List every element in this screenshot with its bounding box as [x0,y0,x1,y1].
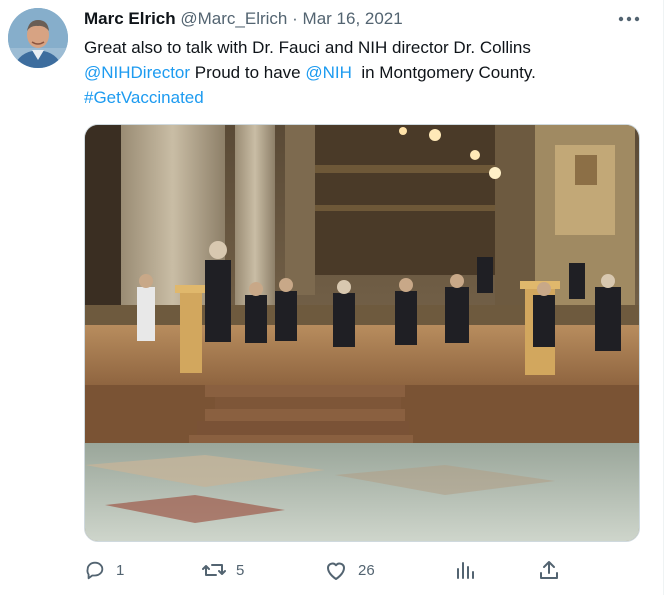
column-divider [663,0,664,595]
more-icon [618,16,640,22]
tweet-text-line-3: #GetVaccinated [84,85,644,110]
retweet-count: 5 [236,561,245,579]
mention-nihdirector[interactable]: @NIHDirector [84,63,190,82]
like-count: 26 [358,561,375,579]
tweet-text-line-1: Great also to talk with Dr. Fauci and NI… [84,38,531,57]
heart-icon [327,562,345,580]
like-button[interactable]: 26 [324,556,375,584]
share-button[interactable] [538,556,560,584]
retweet-button[interactable]: 5 [202,556,244,584]
mention-nih[interactable]: @NIH [305,63,352,82]
reply-count: 1 [116,561,125,579]
tweet-card[interactable]: Marc Elrich @Marc_Elrich · Mar 16, 2021 … [0,0,672,595]
avatar[interactable] [8,8,68,68]
tweet-actions: 1 5 26 [84,556,564,584]
view-analytics-button[interactable] [454,556,476,584]
tweet-photo[interactable] [84,124,640,542]
tweet-text: Great also to talk with Dr. Fauci and NI… [84,35,644,110]
hashtag-getvaccinated[interactable]: #GetVaccinated [84,88,204,107]
author-name[interactable]: Marc Elrich [84,9,176,28]
cathedral-event-photo [85,125,639,541]
reply-button[interactable]: 1 [84,556,124,584]
analytics-icon [457,562,474,579]
separator-dot: · [292,9,298,28]
tweet-text-tail: in Montgomery County. [351,63,536,82]
tweet-text-line-2: @NIHDirector Proud to have @NIH in Montg… [84,60,644,85]
share-icon [540,561,558,579]
tweet-date[interactable]: Mar 16, 2021 [303,9,403,28]
more-options-button[interactable] [612,8,646,30]
tweet-header: Marc Elrich @Marc_Elrich · Mar 16, 2021 [84,9,403,29]
author-handle[interactable]: @Marc_Elrich [180,9,287,28]
tweet-text-middle: Proud to have [190,63,306,82]
reply-icon [86,561,104,580]
retweet-icon [202,564,226,576]
